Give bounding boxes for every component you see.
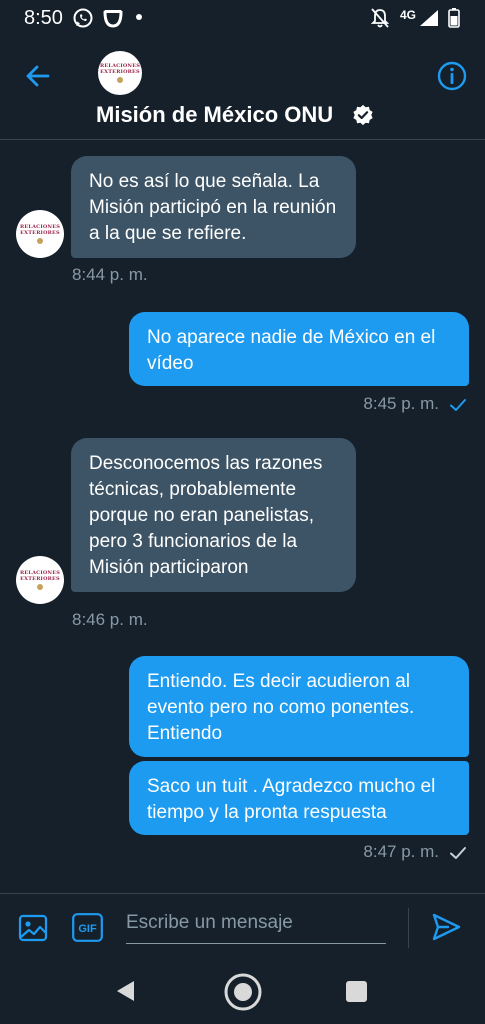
avatar-seal — [37, 584, 43, 590]
info-icon[interactable] — [434, 58, 470, 94]
signal-icon — [420, 10, 438, 26]
avatar-seal — [37, 238, 43, 244]
system-navigation-bar — [0, 961, 485, 1024]
gif-icon[interactable]: GIF — [72, 913, 103, 942]
avatar-logo-text-2: EXTERIORES — [100, 69, 140, 75]
message-bubble-incoming[interactable]: Desconocemos las razones técnicas, proba… — [71, 438, 356, 592]
status-bar: 8:50 4G — [0, 0, 485, 36]
nav-back-icon[interactable] — [114, 979, 136, 1003]
page-title[interactable]: Misión de México ONU — [96, 102, 333, 128]
message-timestamp: 8:46 p. m. — [72, 610, 148, 629]
gif-label: GIF — [78, 923, 97, 935]
message-timestamp: 8:44 p. m. — [72, 265, 148, 284]
verified-badge-icon — [353, 104, 373, 126]
message-bubble-incoming[interactable]: No es así lo que señala. La Misión parti… — [71, 156, 356, 258]
composer-divider — [408, 908, 409, 948]
sent-check-icon — [450, 399, 466, 411]
back-arrow-icon[interactable] — [20, 58, 56, 94]
whatsapp-icon — [73, 8, 93, 28]
network-type: 4G — [400, 8, 417, 22]
message-bubble-outgoing[interactable]: Saco un tuit . Agradezco mucho el tiempo… — [129, 761, 469, 835]
message-bubble-outgoing[interactable]: No aparece nadie de México en el vídeo — [129, 312, 469, 386]
message-bubble-outgoing[interactable]: Entiendo. Es decir acudieron al evento p… — [129, 656, 469, 757]
message-composer: GIF Escribe un mensaje — [0, 893, 485, 961]
header-avatar[interactable]: RELACIONES EXTERIORES — [98, 51, 142, 95]
sender-avatar[interactable]: RELACIONES EXTERIORES — [16, 556, 64, 604]
avatar-logo-text-2: EXTERIORES — [20, 576, 60, 582]
conversation-header: RELACIONES EXTERIORES Misión de México O… — [0, 36, 485, 140]
nav-recents-icon[interactable] — [346, 981, 367, 1002]
message-timestamp: 8:45 p. m. — [363, 394, 439, 413]
image-attach-icon[interactable] — [18, 913, 48, 943]
message-input[interactable]: Escribe un mensaje — [126, 904, 386, 944]
app-notification-icon — [103, 10, 123, 28]
notification-dot-icon — [136, 14, 142, 20]
message-timestamp: 8:47 p. m. — [363, 842, 439, 861]
read-check-icon — [450, 847, 466, 859]
nav-home-icon[interactable] — [223, 972, 263, 1012]
send-icon[interactable] — [430, 911, 462, 943]
mute-bell-icon — [370, 8, 390, 28]
avatar-seal — [117, 77, 123, 83]
battery-icon — [448, 8, 460, 28]
status-time: 8:50 — [24, 7, 63, 29]
sender-avatar[interactable]: RELACIONES EXTERIORES — [16, 210, 64, 258]
avatar-logo-text-2: EXTERIORES — [20, 230, 60, 236]
